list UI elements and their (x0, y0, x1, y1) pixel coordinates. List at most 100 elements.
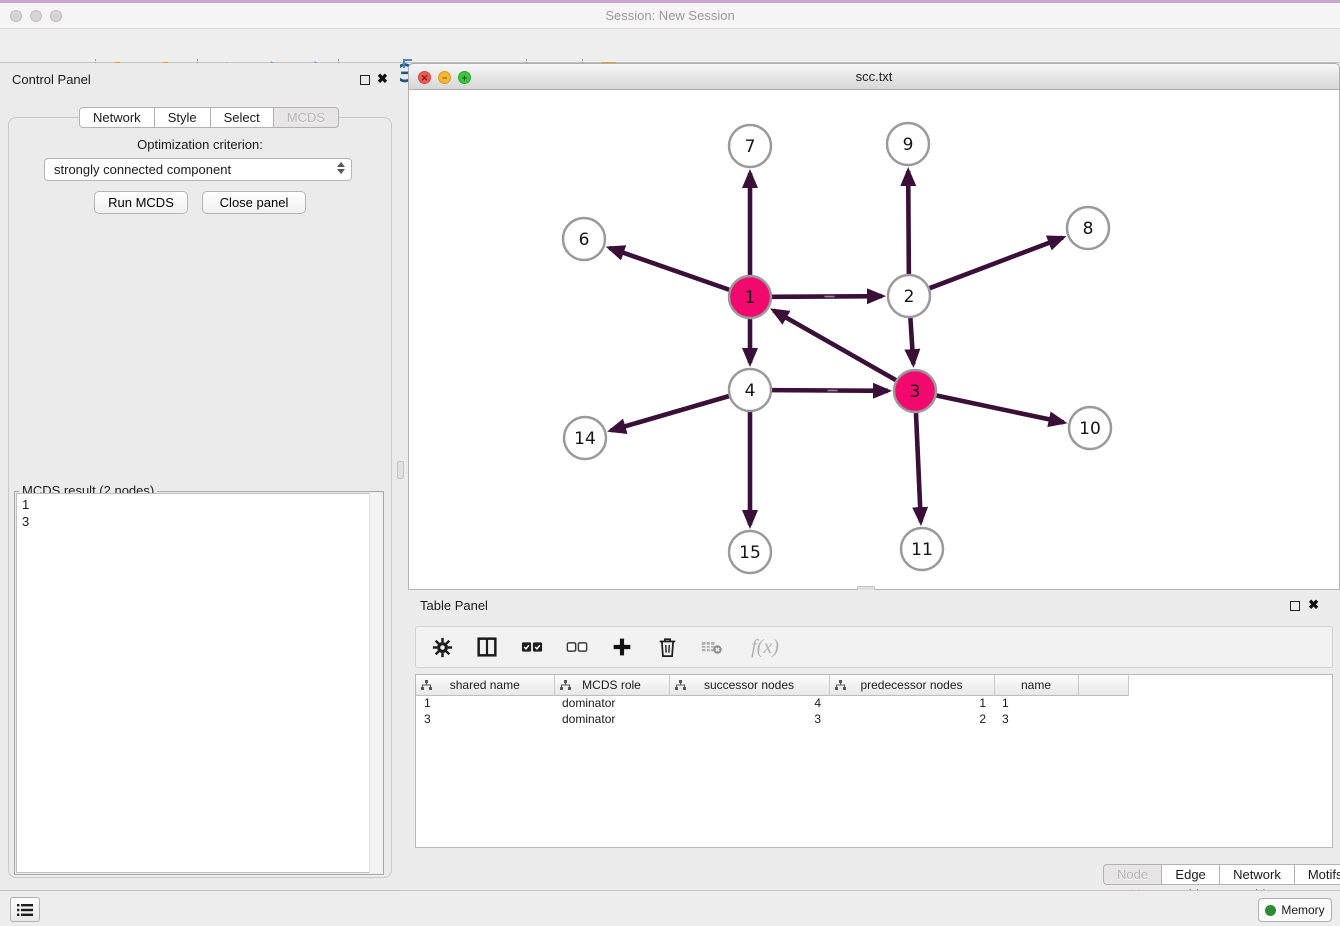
table-cell[interactable]: 1 (416, 695, 554, 711)
control-panel-tabs: NetworkStyleSelectMCDS (79, 107, 339, 128)
graph-edge-2-3[interactable] (910, 318, 913, 364)
apply-function-icon[interactable]: f(x) (746, 636, 784, 658)
settings-gear-icon[interactable] (431, 636, 453, 658)
graph-node-label: 7 (745, 137, 756, 157)
graph-node-label: 6 (579, 230, 590, 250)
graph-node-9[interactable]: 9 (887, 123, 929, 165)
table-cell[interactable]: 4 (669, 695, 829, 711)
graph-node-1[interactable]: 1 (729, 276, 771, 318)
graph-edge-4-14[interactable] (611, 396, 729, 430)
graph-node-8[interactable]: 8 (1067, 207, 1109, 249)
run-mcds-button[interactable]: Run MCDS (94, 191, 188, 214)
graph-node-label: 9 (903, 135, 914, 155)
add-column-icon[interactable] (611, 636, 633, 658)
graph-node-7[interactable]: 7 (729, 125, 771, 167)
zoom-window-button[interactable] (50, 10, 62, 22)
tab-network[interactable]: Network (79, 107, 155, 128)
app-title: Session: New Session (0, 3, 1340, 28)
tree-column-icon (835, 680, 846, 691)
close-table-panel-icon[interactable]: ✖ (1308, 597, 1319, 613)
graph-node-15[interactable]: 15 (729, 531, 771, 573)
node-table: shared nameMCDS rolesuccessor nodesprede… (415, 674, 1333, 848)
select-all-rows-icon[interactable] (521, 636, 543, 658)
control-panel-title: Control Panel (12, 72, 91, 87)
network-window-titlebar[interactable]: ✕ − + scc.txt (408, 63, 1340, 90)
fx-label: f(x) (751, 636, 779, 659)
table-panel-tabs: Node TableEdge TableNetwork TableMotifs (1103, 864, 1340, 885)
close-panel-button[interactable]: Close panel (202, 191, 306, 214)
column-header-MCDS-role[interactable]: MCDS role (554, 675, 669, 695)
tab-network-table[interactable]: Network Table (1219, 864, 1295, 885)
network-minimize-icon[interactable]: − (438, 71, 451, 84)
criterion-value: strongly connected component (54, 162, 231, 177)
memory-button[interactable]: Memory (1258, 898, 1332, 922)
close-panel-icon[interactable]: ✖ (377, 71, 388, 87)
graph-edge-3-11[interactable] (916, 413, 921, 522)
select-stepper-icon (337, 162, 345, 174)
tab-node-table[interactable]: Node Table (1103, 864, 1162, 885)
graph-node-label: 15 (739, 543, 761, 563)
float-panel-icon[interactable] (360, 75, 370, 85)
table-cell[interactable]: 3 (416, 711, 554, 727)
memory-status-icon (1265, 905, 1276, 916)
status-bar: Memory (0, 890, 1340, 926)
graph-node-2[interactable]: 2 (888, 275, 930, 317)
close-window-button[interactable] (10, 10, 22, 22)
graph-node-6[interactable]: 6 (563, 218, 605, 260)
graph-node-label: 1 (745, 288, 756, 308)
graph-edge-2-9[interactable] (908, 171, 909, 274)
delete-column-icon[interactable] (656, 636, 678, 658)
graph-edge-3-10[interactable] (937, 396, 1064, 423)
float-table-panel-icon[interactable] (1290, 601, 1300, 611)
table-row[interactable]: 3dominator323 (416, 711, 1128, 727)
table-cell[interactable]: 1 (829, 695, 994, 711)
graph-edge-3-1[interactable] (773, 310, 895, 380)
criterion-select[interactable]: strongly connected component (44, 158, 352, 181)
tab-mcds[interactable]: MCDS (273, 107, 339, 128)
graph-node-11[interactable]: 11 (901, 528, 943, 570)
column-header-successor-nodes[interactable]: successor nodes (669, 675, 829, 695)
main-toolbar (0, 29, 1340, 63)
tab-motifs[interactable]: Motifs (1294, 864, 1340, 885)
graph-node-10[interactable]: 10 (1069, 407, 1111, 449)
minimize-window-button[interactable] (30, 10, 42, 22)
network-maximize-icon[interactable]: + (458, 71, 471, 84)
graph-node-3[interactable]: 3 (894, 370, 936, 412)
network-close-icon[interactable]: ✕ (418, 71, 431, 84)
table-panel-title: Table Panel (420, 598, 488, 613)
graph-edge-1-6[interactable] (609, 248, 729, 290)
deselect-all-rows-icon[interactable] (566, 636, 588, 658)
tab-style[interactable]: Style (154, 107, 211, 128)
graph-node-label: 4 (745, 381, 756, 401)
table-row[interactable]: 1dominator411 (416, 695, 1128, 711)
column-header-shared-name[interactable]: shared name (416, 675, 554, 695)
graph-edge-2-8[interactable] (930, 238, 1063, 289)
result-scrollbar[interactable] (369, 493, 382, 873)
table-panel: Table Panel ✖ f(x) shared nameM (408, 590, 1340, 890)
table-cell[interactable]: 2 (829, 711, 994, 727)
delete-table-icon[interactable] (701, 636, 723, 658)
network-canvas[interactable]: 7 9 6 8 1 2 4 3 14 10 15 11 (408, 90, 1340, 590)
graph-node-label: 14 (574, 429, 596, 449)
graph-node-label: 11 (911, 540, 933, 560)
table-cell[interactable]: 3 (994, 711, 1078, 727)
tree-column-icon (421, 680, 432, 691)
table-cell[interactable]: 3 (669, 711, 829, 727)
app-titlebar: Session: New Session (0, 3, 1340, 29)
column-layout-icon[interactable] (476, 636, 498, 658)
tab-edge-table[interactable]: Edge Table (1161, 864, 1220, 885)
vertical-splitter-grip[interactable] (397, 461, 404, 479)
tab-select[interactable]: Select (210, 107, 274, 128)
table-cell[interactable]: dominator (554, 711, 669, 727)
column-header-name[interactable]: name (994, 675, 1078, 695)
column-header-predecessor-nodes[interactable]: predecessor nodes (829, 675, 994, 695)
mcds-result-text[interactable]: 1 3 (16, 493, 382, 873)
graph-node-14[interactable]: 14 (564, 417, 606, 459)
task-history-button[interactable] (10, 897, 40, 922)
optimization-criterion-label: Optimization criterion: (0, 137, 400, 152)
mcds-result-box: MCDS result (2 nodes) 1 3 (14, 491, 384, 875)
graph-node-4[interactable]: 4 (729, 369, 771, 411)
table-cell[interactable]: dominator (554, 695, 669, 711)
table-cell[interactable]: 1 (994, 695, 1078, 711)
network-graph[interactable]: 7 9 6 8 1 2 4 3 14 10 15 11 (409, 90, 1339, 589)
